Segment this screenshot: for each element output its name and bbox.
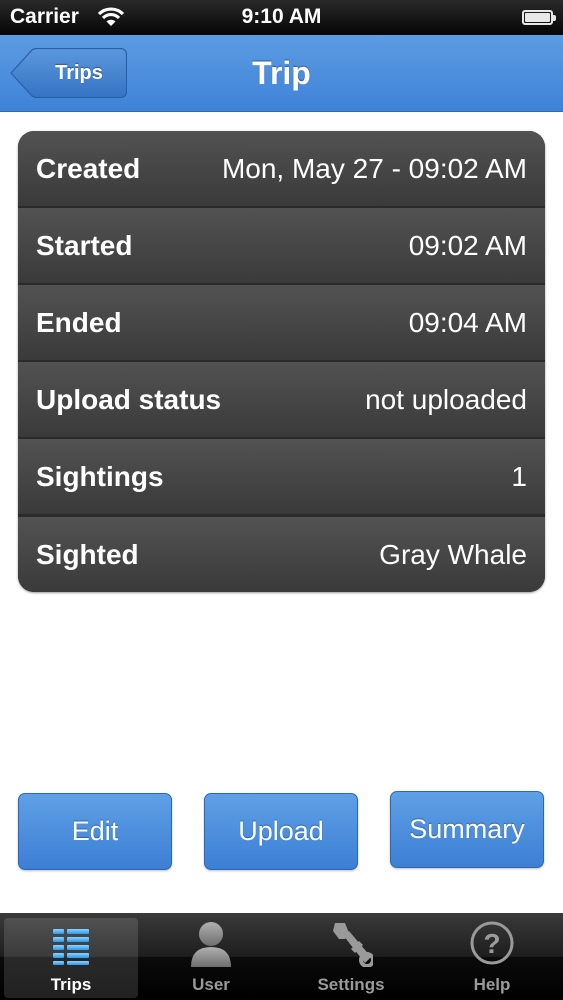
detail-value: Mon, May 27 - 09:02 AM	[221, 153, 527, 184]
tab-label: User	[192, 975, 230, 994]
battery-icon	[522, 10, 556, 25]
summary-button[interactable]: Summary	[390, 791, 544, 868]
detail-label: Sighted	[36, 539, 139, 570]
wrench-icon	[329, 919, 375, 968]
detail-row-ended: Ended 09:04 AM	[18, 285, 545, 360]
tab-label: Settings	[317, 975, 385, 994]
detail-row-created: Created Mon, May 27 - 09:02 AM	[18, 131, 545, 206]
detail-row-upload-status: Upload status not uploaded	[18, 362, 545, 437]
detail-label: Started	[36, 230, 133, 261]
detail-row-sightings: Sightings 1	[18, 439, 545, 514]
list-icon	[49, 919, 93, 967]
edit-button[interactable]: Edit	[18, 793, 172, 870]
tab-user[interactable]: User	[144, 913, 278, 1000]
detail-value: 09:02 AM	[408, 230, 527, 261]
edit-button-label: Edit	[71, 816, 119, 846]
tab-help[interactable]: ? Help	[425, 913, 559, 1000]
tab-label: Trips	[50, 975, 92, 994]
detail-label: Upload status	[36, 384, 222, 415]
page-title: Trip	[252, 55, 311, 91]
user-icon	[189, 919, 233, 967]
svg-text:?: ?	[483, 928, 500, 959]
status-time: 9:10 AM	[241, 5, 322, 28]
detail-value: Gray Whale	[379, 539, 527, 570]
upload-button[interactable]: Upload	[204, 793, 358, 870]
help-icon: ?	[470, 919, 514, 967]
detail-value: not uploaded	[365, 384, 527, 415]
detail-label: Ended	[36, 307, 122, 338]
detail-label: Sightings	[36, 461, 164, 492]
tab-bar: Trips User Settings ? Help	[0, 913, 563, 1000]
navigation-bar: Trips Trip	[0, 35, 563, 112]
detail-row-started: Started 09:02 AM	[18, 208, 545, 283]
summary-button-label: Summary	[409, 814, 525, 844]
detail-value: 1	[511, 461, 527, 492]
detail-value: 09:04 AM	[408, 307, 527, 338]
tab-label: Help	[473, 975, 511, 994]
detail-row-sighted: Sighted Gray Whale	[18, 517, 545, 592]
upload-button-label: Upload	[238, 816, 324, 846]
tab-trips[interactable]: Trips	[4, 918, 138, 998]
tab-settings[interactable]: Settings	[284, 913, 418, 1000]
trip-details-table: Created Mon, May 27 - 09:02 AM Started 0…	[18, 131, 545, 592]
status-bar: Carrier 9:10 AM	[0, 0, 563, 35]
detail-label: Created	[36, 153, 141, 184]
